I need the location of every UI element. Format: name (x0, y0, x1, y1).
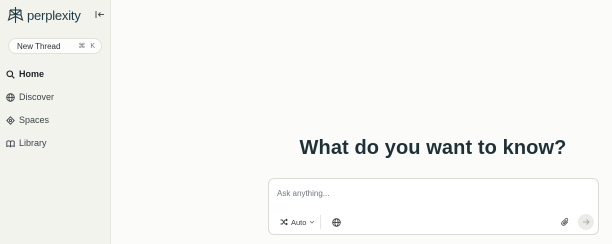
shortcut-key-cmd: ⌘ (78, 43, 86, 50)
sidebar-item-label: Home (19, 69, 45, 79)
sidebar-item-label: Library (19, 138, 47, 148)
logo[interactable]: perplexity (7, 6, 81, 24)
sidebar-item-library[interactable]: Library (6, 135, 54, 151)
new-thread-button[interactable]: New Thread ⌘ K (8, 38, 102, 54)
sidebar-item-discover[interactable]: Discover (6, 89, 54, 105)
arrow-right-icon (583, 219, 590, 225)
mode-label: Auto (291, 217, 307, 227)
sidebar-nav: Home Discover Spaces Library (6, 66, 54, 158)
sidebar-item-home[interactable]: Home (6, 66, 54, 82)
library-icon (6, 139, 15, 148)
spaces-icon (6, 115, 15, 125)
globe-icon[interactable] (332, 218, 341, 227)
new-thread-label: New Thread (17, 41, 61, 51)
sidebar-item-spaces[interactable]: Spaces (6, 112, 54, 128)
sidebar-item-label: Discover (19, 92, 55, 102)
shuffle-icon (280, 218, 288, 226)
sidebar: perplexity New Thread ⌘ K Home Discover … (0, 0, 111, 244)
chevron-down-icon (310, 220, 315, 224)
ask-input[interactable] (277, 186, 577, 200)
collapse-sidebar-icon[interactable] (95, 9, 105, 20)
page-title: What do you want to know? (299, 137, 567, 159)
brand-name: perplexity (27, 7, 81, 23)
shortcut-key-k: K (90, 42, 95, 50)
search-icon (6, 69, 15, 79)
mode-selector[interactable]: Auto (275, 215, 322, 229)
paperclip-icon[interactable] (561, 218, 570, 227)
globe-icon (6, 92, 15, 102)
sidebar-item-label: Spaces (19, 115, 50, 125)
submit-button[interactable] (578, 214, 594, 230)
perplexity-logo-icon (7, 7, 24, 23)
ask-box: Auto (268, 178, 599, 235)
